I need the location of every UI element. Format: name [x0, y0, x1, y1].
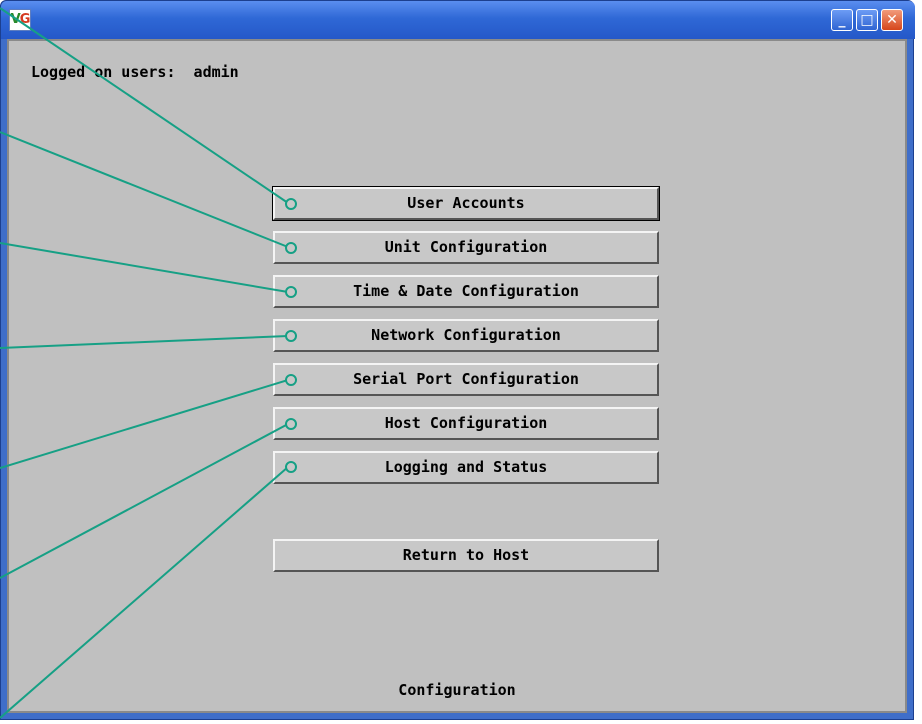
app-logo-icon[interactable]: VG [9, 9, 31, 31]
close-button[interactable]: ✕ [881, 9, 903, 31]
minimize-button[interactable]: _ [831, 9, 853, 31]
unit-configuration-button[interactable]: Unit Configuration [273, 231, 659, 264]
configuration-panel: Logged on users: admin User Accounts Uni… [7, 39, 907, 713]
serial-port-configuration-button[interactable]: Serial Port Configuration [273, 363, 659, 396]
app-logo-g: G [19, 12, 31, 27]
return-to-host-button[interactable]: Return to Host [273, 539, 659, 572]
logged-on-users: Logged on users: admin [31, 63, 239, 81]
time-date-configuration-button[interactable]: Time & Date Configuration [273, 275, 659, 308]
host-configuration-button[interactable]: Host Configuration [273, 407, 659, 440]
logging-and-status-button[interactable]: Logging and Status [273, 451, 659, 484]
maximize-button[interactable]: □ [856, 9, 878, 31]
user-accounts-button[interactable]: User Accounts [272, 186, 660, 221]
status-bar-text: Configuration [398, 681, 516, 699]
app-logo-v: V [10, 12, 21, 27]
title-bar[interactable]: VG _ □ ✕ [1, 1, 915, 39]
network-configuration-button[interactable]: Network Configuration [273, 319, 659, 352]
application-window: VG _ □ ✕ Logged on users: admin User Acc… [0, 0, 915, 720]
